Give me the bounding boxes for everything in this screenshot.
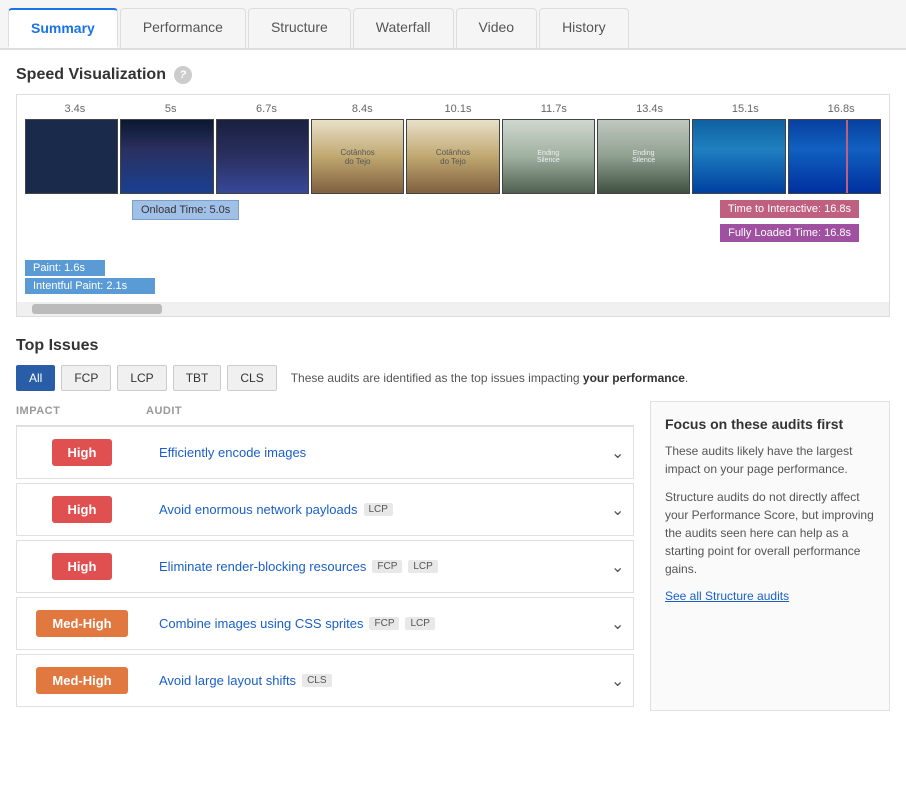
main-content: Speed Visualization ? 3.4s 5s 6.7s 8.4s … bbox=[0, 50, 906, 711]
impact-cell-1: High bbox=[17, 484, 147, 535]
audit-cell-3[interactable]: Combine images using CSS sprites FCP LCP bbox=[147, 606, 603, 641]
tag-fcp-2: FCP bbox=[372, 560, 402, 573]
focus-text-1: These audits likely have the largest imp… bbox=[665, 442, 875, 478]
timeline-label-4: 10.1s bbox=[410, 103, 506, 115]
impact-cell-2: High bbox=[17, 541, 147, 592]
issue-row-0: High Efficiently encode images ⌄ bbox=[16, 426, 634, 479]
timeline-label-2: 6.7s bbox=[219, 103, 315, 115]
timeline-labels: 3.4s 5s 6.7s 8.4s 10.1s 11.7s 13.4s 15.1… bbox=[17, 103, 889, 119]
issue-row-1: High Avoid enormous network payloads LCP… bbox=[16, 483, 634, 536]
fully-loaded-annotation: Fully Loaded Time: 16.8s bbox=[720, 224, 859, 242]
tab-history[interactable]: History bbox=[539, 8, 629, 48]
impact-cell-3: Med-High bbox=[17, 598, 147, 649]
frame-3[interactable]: Cotānhosdo Tejo bbox=[311, 119, 404, 194]
audit-column-header: AUDIT bbox=[146, 405, 634, 417]
frame-0[interactable] bbox=[25, 119, 118, 194]
tag-lcp-3: LCP bbox=[405, 617, 434, 630]
timeline-label-6: 13.4s bbox=[602, 103, 698, 115]
focus-text-2: Structure audits do not directly affect … bbox=[665, 488, 875, 578]
focus-title: Focus on these audits first bbox=[665, 416, 875, 432]
impact-badge-2: High bbox=[52, 553, 113, 580]
filter-lcp[interactable]: LCP bbox=[117, 365, 166, 391]
frame-2[interactable] bbox=[216, 119, 309, 194]
tab-video[interactable]: Video bbox=[456, 8, 538, 48]
tag-lcp-1: LCP bbox=[364, 503, 393, 516]
frame-5[interactable]: EndingSilence bbox=[502, 119, 595, 194]
filmstrip-frames: Cotānhosdo Tejo Cotānhosdo Tejo EndingSi… bbox=[17, 119, 889, 194]
meaningful-paint-bar: Intentful Paint: 2.1s bbox=[25, 278, 155, 294]
issue-row-2: High Eliminate render-blocking resources… bbox=[16, 540, 634, 593]
top-issues-section: Top Issues All FCP LCP TBT CLS These aud… bbox=[16, 337, 890, 711]
filter-row: All FCP LCP TBT CLS These audits are ide… bbox=[16, 365, 890, 391]
impact-badge-3: Med-High bbox=[36, 610, 127, 637]
impact-cell-4: Med-High bbox=[17, 655, 147, 706]
frame-4[interactable]: Cotānhosdo Tejo bbox=[406, 119, 499, 194]
chevron-0[interactable]: ⌄ bbox=[603, 435, 633, 471]
impact-column-header: IMPACT bbox=[16, 405, 146, 417]
filter-tbt[interactable]: TBT bbox=[173, 365, 222, 391]
chevron-2[interactable]: ⌄ bbox=[603, 549, 633, 585]
timeline-label-1: 5s bbox=[123, 103, 219, 115]
frame-7[interactable] bbox=[692, 119, 785, 194]
speed-viz-section: Speed Visualization ? bbox=[16, 66, 890, 84]
chevron-1[interactable]: ⌄ bbox=[603, 492, 633, 528]
issue-row-4: Med-High Avoid large layout shifts CLS ⌄ bbox=[16, 654, 634, 707]
filter-description: These audits are identified as the top i… bbox=[291, 371, 689, 385]
issues-list: IMPACT AUDIT High Efficiently encode ima… bbox=[16, 401, 634, 711]
paint-bars: Paint: 1.6s Intentful Paint: 2.1s bbox=[17, 256, 889, 302]
tag-fcp-3: FCP bbox=[369, 617, 399, 630]
timeline-label-0: 3.4s bbox=[27, 103, 123, 115]
audit-cell-0[interactable]: Efficiently encode images bbox=[147, 435, 603, 470]
issues-header: IMPACT AUDIT bbox=[16, 401, 634, 426]
impact-cell-0: High bbox=[17, 427, 147, 478]
tag-cls-4: CLS bbox=[302, 674, 331, 687]
timeline-label-3: 8.4s bbox=[314, 103, 410, 115]
impact-badge-0: High bbox=[52, 439, 113, 466]
filter-cls[interactable]: CLS bbox=[227, 365, 276, 391]
frame-1[interactable] bbox=[120, 119, 213, 194]
tab-summary[interactable]: Summary bbox=[8, 8, 118, 48]
tag-lcp-2: LCP bbox=[408, 560, 437, 573]
timeline-label-8: 16.8s bbox=[793, 103, 889, 115]
tti-annotation: Time to Interactive: 16.8s bbox=[720, 200, 859, 218]
issue-row-3: Med-High Combine images using CSS sprite… bbox=[16, 597, 634, 650]
audit-cell-1[interactable]: Avoid enormous network payloads LCP bbox=[147, 492, 603, 527]
audit-cell-4[interactable]: Avoid large layout shifts CLS bbox=[147, 663, 603, 698]
frame-6[interactable]: EndingSilence bbox=[597, 119, 690, 194]
filmstrip-scrollbar[interactable] bbox=[17, 302, 889, 316]
impact-badge-1: High bbox=[52, 496, 113, 523]
audit-cell-2[interactable]: Eliminate render-blocking resources FCP … bbox=[147, 549, 603, 584]
frame-8[interactable] bbox=[788, 119, 881, 194]
timeline-label-7: 15.1s bbox=[697, 103, 793, 115]
help-icon[interactable]: ? bbox=[174, 66, 192, 84]
chevron-4[interactable]: ⌄ bbox=[603, 663, 633, 699]
chevron-3[interactable]: ⌄ bbox=[603, 606, 633, 642]
onload-annotation: Onload Time: 5.0s bbox=[132, 200, 239, 220]
first-paint-bar: Paint: 1.6s bbox=[25, 260, 105, 276]
scrollbar-thumb[interactable] bbox=[32, 304, 162, 314]
tab-waterfall[interactable]: Waterfall bbox=[353, 8, 454, 48]
filter-all[interactable]: All bbox=[16, 365, 55, 391]
tab-performance[interactable]: Performance bbox=[120, 8, 246, 48]
filter-fcp[interactable]: FCP bbox=[61, 365, 111, 391]
see-all-structure-link[interactable]: See all Structure audits bbox=[665, 589, 789, 603]
tab-bar: Summary Performance Structure Waterfall … bbox=[0, 0, 906, 50]
impact-badge-4: Med-High bbox=[36, 667, 127, 694]
annotations: Onload Time: 5.0s Time to Interactive: 1… bbox=[17, 196, 889, 256]
top-issues-title: Top Issues bbox=[16, 337, 890, 355]
filmstrip-wrapper: 3.4s 5s 6.7s 8.4s 10.1s 11.7s 13.4s 15.1… bbox=[16, 94, 890, 317]
speed-viz-title: Speed Visualization bbox=[16, 66, 166, 84]
tab-structure[interactable]: Structure bbox=[248, 8, 351, 48]
timeline-label-5: 11.7s bbox=[506, 103, 602, 115]
focus-box: Focus on these audits first These audits… bbox=[650, 401, 890, 711]
issues-body: IMPACT AUDIT High Efficiently encode ima… bbox=[16, 401, 890, 711]
